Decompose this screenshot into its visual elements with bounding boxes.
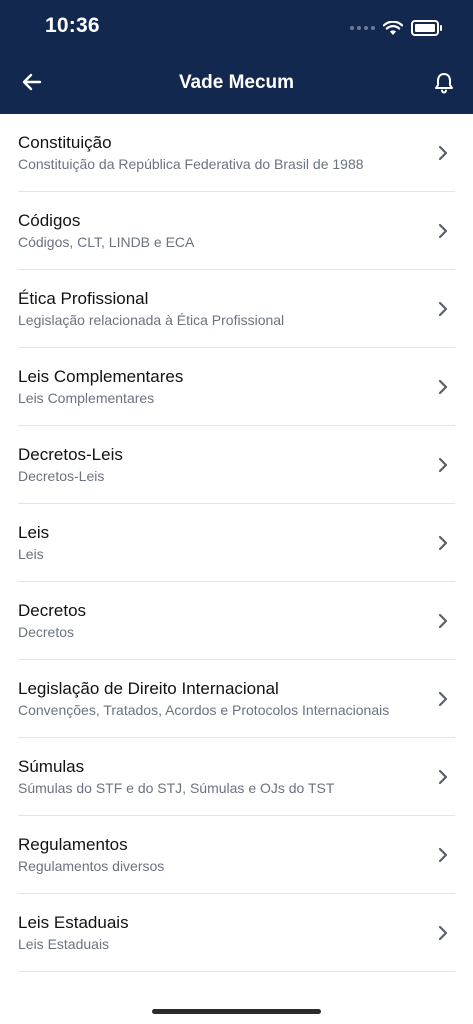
list-item-leis[interactable]: Leis Leis bbox=[18, 504, 455, 582]
list-item-title: Códigos bbox=[18, 211, 81, 230]
list-item-title: Leis Complementares bbox=[18, 367, 184, 386]
wifi-icon bbox=[383, 20, 403, 35]
chevron-right-icon bbox=[438, 925, 448, 941]
status-time: 10:36 bbox=[45, 14, 100, 37]
list-item-title: Súmulas bbox=[18, 757, 85, 776]
list-item-title: Decretos bbox=[18, 601, 87, 620]
list-item-title: Leis Estaduais bbox=[18, 913, 129, 932]
list-item-subtitle: Regulamentos diversos bbox=[18, 858, 165, 874]
signal-icon bbox=[350, 26, 375, 30]
list-item-title: Constituição bbox=[18, 133, 112, 152]
list-item-title: Regulamentos bbox=[18, 835, 128, 854]
chevron-right-icon bbox=[438, 847, 448, 863]
app-header: 10:36 Vade Mecum bbox=[0, 0, 473, 114]
list-item-subtitle: Decretos bbox=[18, 624, 75, 640]
chevron-right-icon bbox=[438, 223, 448, 239]
chevron-right-icon bbox=[438, 691, 448, 707]
home-indicator[interactable] bbox=[152, 1009, 321, 1014]
list-item-title: Leis bbox=[18, 523, 50, 542]
list-item-subtitle: Convenções, Tratados, Acordos e Protocol… bbox=[18, 702, 390, 718]
page-title: Vade Mecum bbox=[178, 72, 295, 93]
list-item-etica-profissional[interactable]: Ética Profissional Legislação relacionad… bbox=[18, 270, 455, 348]
list-item-leis-complementares[interactable]: Leis Complementares Leis Complementares bbox=[18, 348, 455, 426]
list-item-direito-internacional[interactable]: Legislação de Direito Internacional Conv… bbox=[18, 660, 455, 738]
bell-icon bbox=[435, 73, 453, 94]
list-item-decretos[interactable]: Decretos Decretos bbox=[18, 582, 455, 660]
battery-icon bbox=[411, 20, 442, 36]
category-list: Constituição Constituição da República F… bbox=[0, 114, 473, 972]
list-item-title: Decretos-Leis bbox=[18, 445, 123, 464]
chevron-right-icon bbox=[438, 301, 448, 317]
list-item-codigos[interactable]: Códigos Códigos, CLT, LINDB e ECA bbox=[18, 192, 455, 270]
chevron-right-icon bbox=[438, 769, 448, 785]
notifications-button[interactable] bbox=[427, 66, 461, 100]
list-item-subtitle: Códigos, CLT, LINDB e ECA bbox=[18, 234, 195, 250]
list-item-title: Ética Profissional bbox=[18, 289, 149, 308]
list-item-constituicao[interactable]: Constituição Constituição da República F… bbox=[18, 114, 455, 192]
list-item-subtitle: Leis Complementares bbox=[18, 390, 155, 406]
list-item-subtitle: Constituição da República Federativa do … bbox=[18, 156, 364, 172]
list-item-leis-estaduais[interactable]: Leis Estaduais Leis Estaduais bbox=[18, 894, 455, 972]
chevron-right-icon bbox=[438, 457, 448, 473]
chevron-right-icon bbox=[438, 535, 448, 551]
chevron-right-icon bbox=[438, 145, 448, 161]
chevron-right-icon bbox=[438, 379, 448, 395]
list-item-title: Legislação de Direito Internacional bbox=[18, 679, 279, 698]
list-item-subtitle: Legislação relacionada à Ética Profissio… bbox=[18, 312, 285, 328]
list-item-subtitle: Leis bbox=[18, 546, 44, 562]
list-item-subtitle: Decretos-Leis bbox=[18, 468, 105, 484]
chevron-right-icon bbox=[438, 613, 448, 629]
list-item-subtitle: Leis Estaduais bbox=[18, 936, 110, 952]
list-item-subtitle: Súmulas do STF e do STJ, Súmulas e OJs d… bbox=[18, 780, 335, 796]
list-item-sumulas[interactable]: Súmulas Súmulas do STF e do STJ, Súmulas… bbox=[18, 738, 455, 816]
list-item-regulamentos[interactable]: Regulamentos Regulamentos diversos bbox=[18, 816, 455, 894]
list-item-decretos-leis[interactable]: Decretos-Leis Decretos-Leis bbox=[18, 426, 455, 504]
status-icons bbox=[350, 18, 442, 38]
